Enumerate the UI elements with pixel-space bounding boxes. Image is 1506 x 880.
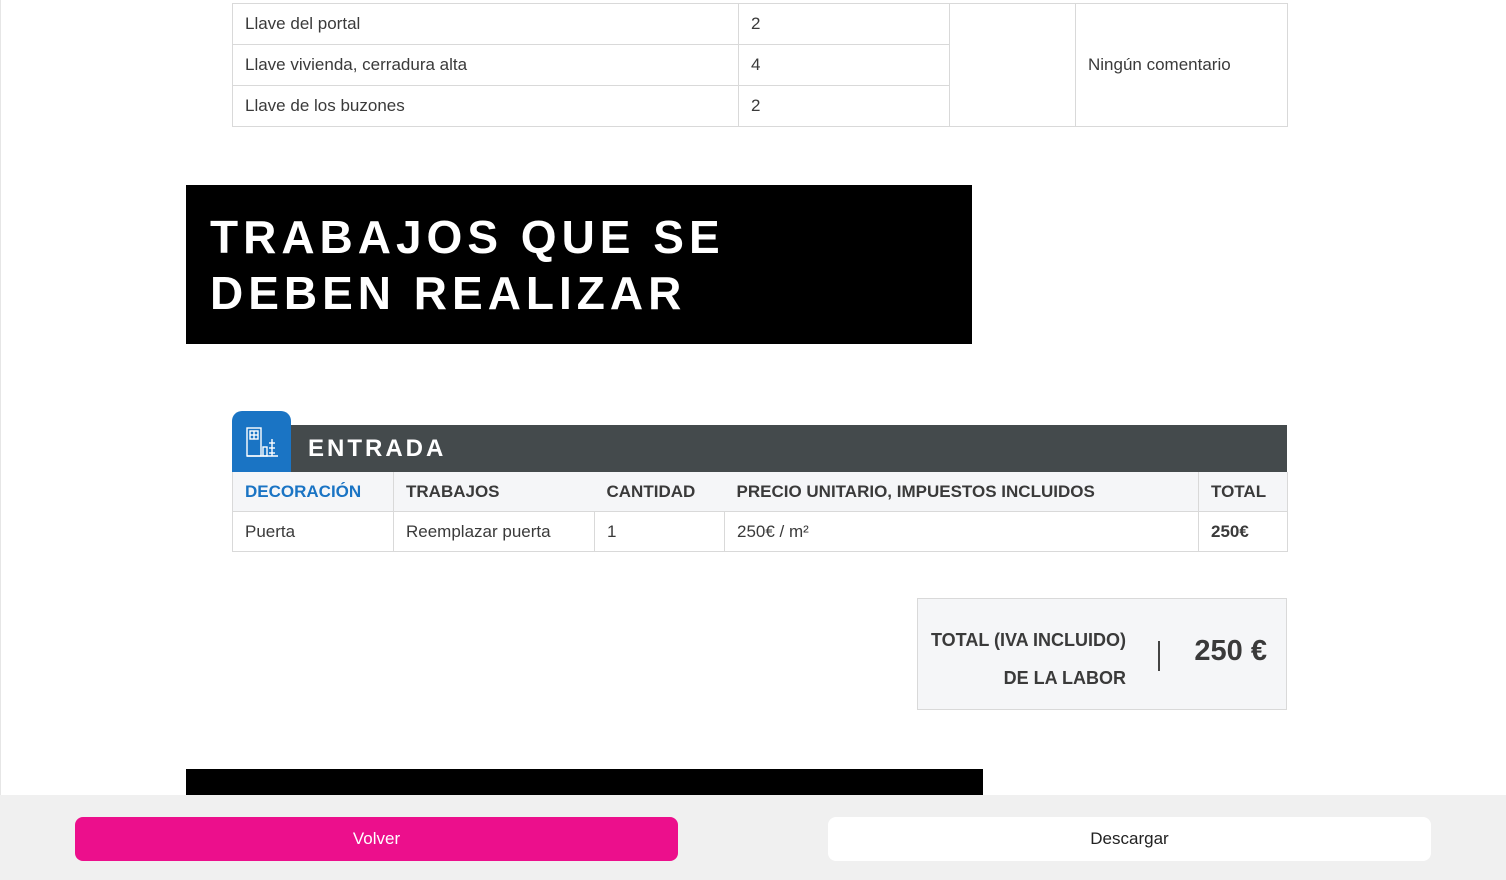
key-name: Llave vivienda, cerradura alta xyxy=(232,44,739,86)
category-header: ENTRADA xyxy=(291,425,1287,472)
table-row: Puerta Reemplazar puerta 1 250€ / m² 250… xyxy=(232,511,1288,552)
cell-precio: 250€ / m² xyxy=(724,511,1199,552)
column-header-precio: PRECIO UNITARIO, IMPUESTOS INCLUIDOS xyxy=(724,472,1199,512)
cell-total: 250€ xyxy=(1198,511,1288,552)
total-label: TOTAL (IVA INCLUIDO) DE LA LABOR xyxy=(931,621,1126,697)
section-banner: TRABAJOS QUE SE DEBEN REALIZAR xyxy=(186,185,972,344)
key-name: Llave de los buzones xyxy=(232,85,739,127)
key-comment: Ningún comentario xyxy=(1075,3,1288,127)
cell-trabajos: Reemplazar puerta xyxy=(393,511,595,552)
keys-table: Llave del portal 2 Ningún comentario Lla… xyxy=(232,3,1288,127)
works-table: DECORACIÓN TRABAJOS CANTIDAD PRECIO UNIT… xyxy=(232,472,1288,552)
key-empty-cell xyxy=(949,3,1076,127)
total-label-line2: DE LA LABOR xyxy=(1003,668,1126,688)
table-header-row: DECORACIÓN TRABAJOS CANTIDAD PRECIO UNIT… xyxy=(232,472,1288,512)
category-title: ENTRADA xyxy=(308,434,447,462)
back-button[interactable]: Volver xyxy=(75,817,678,861)
page: Llave del portal 2 Ningún comentario Lla… xyxy=(0,0,1506,880)
key-quantity: 2 xyxy=(738,85,950,127)
table-row: Llave del portal 2 Ningún comentario xyxy=(232,3,1288,127)
door-building-icon xyxy=(232,411,291,472)
section-title: TRABAJOS QUE SE DEBEN REALIZAR xyxy=(210,211,725,319)
left-divider xyxy=(0,0,1,795)
download-button[interactable]: Descargar xyxy=(828,817,1431,861)
column-header-decoracion: DECORACIÓN xyxy=(232,472,394,512)
column-header-trabajos: TRABAJOS xyxy=(393,472,595,512)
total-summary: TOTAL (IVA INCLUIDO) DE LA LABOR 250 € xyxy=(917,598,1287,710)
cell-cantidad: 1 xyxy=(594,511,725,552)
key-quantity: 2 xyxy=(738,3,950,45)
key-name: Llave del portal xyxy=(232,3,739,45)
cell-decoracion: Puerta xyxy=(232,511,394,552)
column-header-total: TOTAL xyxy=(1198,472,1288,512)
total-separator xyxy=(1158,641,1160,671)
total-value: 250 € xyxy=(1194,635,1267,667)
footer-bar: Volver Descargar xyxy=(0,795,1506,880)
column-header-cantidad: CANTIDAD xyxy=(594,472,725,512)
key-quantity: 4 xyxy=(738,44,950,86)
total-label-line1: TOTAL (IVA INCLUIDO) xyxy=(931,630,1126,650)
